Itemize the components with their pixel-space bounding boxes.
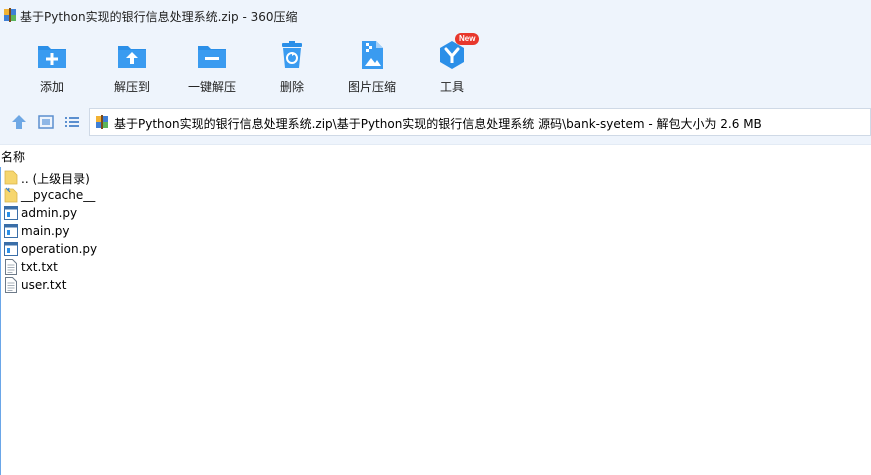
extract-to-label: 解压到	[113, 80, 150, 94]
file-row-operation[interactable]: operation.py	[0, 240, 400, 258]
image-compress-button[interactable]: 图片压缩	[337, 36, 407, 98]
address-path: 基于Python实现的银行信息处理系统.zip\基于Python实现的银行信息处…	[114, 117, 762, 131]
parent-folder-icon	[4, 170, 18, 185]
new-badge: New	[455, 33, 480, 45]
app-window: 基于Python实现的银行信息处理系统.zip - 360压缩 添加 解压到 一…	[0, 0, 871, 475]
file-name: .. (上级目录)	[21, 172, 90, 186]
add-icon	[38, 46, 66, 68]
image-compress-icon	[362, 41, 383, 69]
delete-label: 删除	[279, 80, 304, 94]
top-panel: 基于Python实现的银行信息处理系统.zip - 360压缩 添加 解压到 一…	[0, 0, 871, 144]
python-file-icon	[4, 224, 18, 238]
python-file-icon	[4, 242, 18, 256]
up-arrow-icon[interactable]	[10, 113, 28, 131]
one-click-extract-icon	[198, 46, 226, 68]
text-file-icon	[5, 277, 17, 293]
file-row-txt[interactable]: txt.txt	[0, 258, 400, 276]
file-row-pycache[interactable]: __pycache__	[0, 186, 400, 204]
navigation-bar: 基于Python实现的银行信息处理系统.zip\基于Python实现的银行信息处…	[0, 104, 871, 140]
text-file-icon	[5, 259, 17, 275]
file-row-parent[interactable]: .. (上级目录)	[0, 168, 400, 186]
address-bar[interactable]: 基于Python实现的银行信息处理系统.zip\基于Python实现的银行信息处…	[89, 108, 871, 136]
file-name: __pycache__	[21, 188, 96, 202]
add-label: 添加	[39, 80, 64, 94]
extract-to-icon	[118, 46, 146, 68]
file-name: main.py	[21, 224, 70, 238]
file-name: user.txt	[21, 278, 67, 292]
file-name: admin.py	[21, 206, 78, 220]
image-compress-label: 图片压缩	[347, 80, 396, 94]
archive-app-icon	[4, 8, 16, 22]
column-header-name[interactable]: 名称	[1, 148, 25, 165]
title-bar: 基于Python实现的银行信息处理系统.zip - 360压缩	[0, 0, 871, 32]
file-row-admin[interactable]: admin.py	[0, 204, 400, 222]
tools-button[interactable]: New 工具	[417, 33, 487, 98]
folder-icon	[4, 187, 18, 203]
list-view-icon[interactable]	[63, 113, 81, 131]
tools-label: 工具	[439, 80, 464, 94]
extract-to-button[interactable]: 解压到	[97, 36, 167, 98]
python-file-icon	[4, 206, 18, 220]
file-row-main[interactable]: main.py	[0, 222, 400, 240]
one-click-extract-label: 一键解压	[187, 80, 236, 94]
archive-icon	[96, 115, 108, 129]
file-name: operation.py	[21, 242, 98, 256]
thumbnail-view-icon[interactable]	[37, 113, 55, 131]
file-name: txt.txt	[21, 260, 58, 274]
delete-icon	[282, 41, 302, 68]
delete-button[interactable]: 删除	[257, 36, 327, 98]
list-header: 名称	[0, 144, 871, 167]
add-button[interactable]: 添加	[17, 36, 87, 98]
one-click-extract-button[interactable]: 一键解压	[177, 36, 247, 98]
file-row-user[interactable]: user.txt	[0, 276, 400, 294]
window-title: 基于Python实现的银行信息处理系统.zip - 360压缩	[20, 10, 298, 24]
